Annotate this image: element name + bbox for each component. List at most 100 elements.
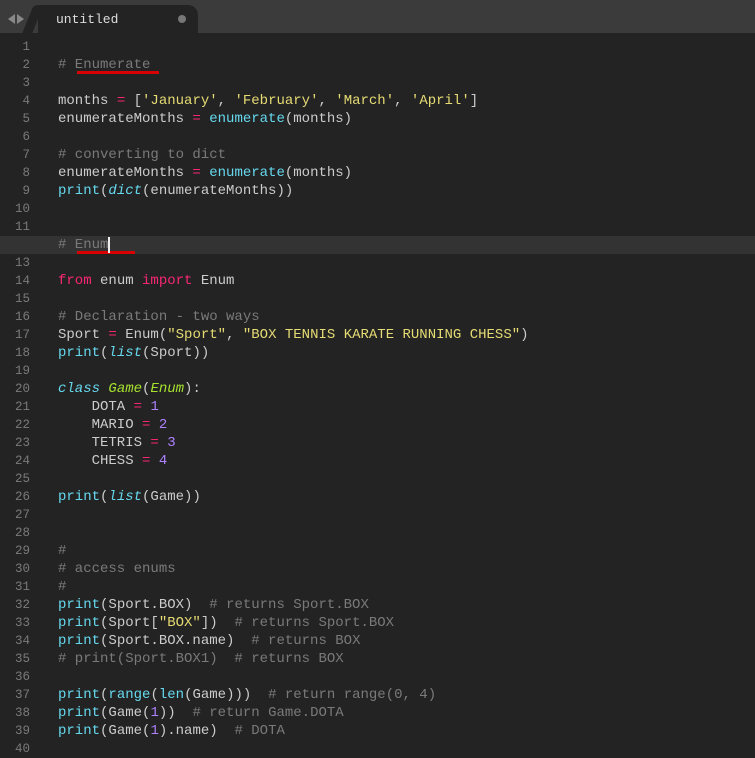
chevron-right-icon[interactable] — [17, 14, 24, 24]
text-caret — [108, 237, 110, 253]
code-token: range — [108, 687, 150, 703]
code-token: enumerate — [209, 165, 285, 181]
code-token: # returns Sport.BOX — [234, 615, 394, 631]
code-token: 3 — [167, 435, 175, 451]
code-line[interactable]: CHESS = 4 — [58, 452, 755, 470]
code-line[interactable] — [58, 740, 755, 758]
code-token: [ — [125, 93, 142, 109]
code-token: (Game))) — [184, 687, 268, 703]
code-line[interactable] — [58, 200, 755, 218]
code-line[interactable]: # converting to dict — [58, 146, 755, 164]
code-line[interactable]: # Enum — [58, 236, 755, 254]
code-token: "BOX" — [159, 615, 201, 631]
code-token: ( — [150, 687, 158, 703]
code-token: enum — [92, 273, 142, 289]
code-line[interactable]: print(Sport.BOX.name) # returns BOX — [58, 632, 755, 650]
tab-title: untitled — [56, 12, 118, 27]
code-line[interactable] — [58, 506, 755, 524]
code-token: (Game( — [100, 705, 150, 721]
line-number: 23 — [0, 434, 30, 452]
code-token: = — [192, 111, 200, 127]
line-number: 10 — [0, 200, 30, 218]
tab-bar: untitled — [0, 5, 755, 33]
line-number: 20 — [0, 380, 30, 398]
code-token — [150, 417, 158, 433]
line-number: 22 — [0, 416, 30, 434]
code-line[interactable] — [58, 524, 755, 542]
code-token: print — [58, 633, 100, 649]
code-line[interactable]: print(Game(1)) # return Game.DOTA — [58, 704, 755, 722]
code-token: = — [108, 327, 116, 343]
code-line[interactable]: from enum import Enum — [58, 272, 755, 290]
code-line[interactable]: # access enums — [58, 560, 755, 578]
code-line[interactable] — [58, 470, 755, 488]
code-token: # print(Sport.BOX1) # returns BOX — [58, 651, 344, 667]
code-line[interactable]: DOTA = 1 — [58, 398, 755, 416]
code-line[interactable]: enumerateMonths = enumerate(months) — [58, 164, 755, 182]
line-number: 8 — [0, 164, 30, 182]
code-line[interactable]: MARIO = 2 — [58, 416, 755, 434]
line-number: 11 — [0, 218, 30, 236]
code-token: list — [108, 345, 142, 361]
code-line[interactable]: Sport = Enum("Sport", "BOX TENNIS KARATE… — [58, 326, 755, 344]
tab-nav-arrows — [8, 14, 24, 24]
line-number: 18 — [0, 344, 30, 362]
code-token: (Sport.BOX.name) — [100, 633, 251, 649]
code-line[interactable]: class Game(Enum): — [58, 380, 755, 398]
code-token: # DOTA — [234, 723, 284, 739]
code-line[interactable]: print(list(Sport)) — [58, 344, 755, 362]
code-token: # Enumerate — [58, 57, 150, 73]
code-token: (enumerateMonths)) — [142, 183, 293, 199]
code-token: Enum( — [117, 327, 167, 343]
code-line[interactable]: print(range(len(Game))) # return range(0… — [58, 686, 755, 704]
code-token: print — [58, 687, 100, 703]
code-line[interactable]: print(list(Game)) — [58, 488, 755, 506]
code-line[interactable]: enumerateMonths = enumerate(months) — [58, 110, 755, 128]
code-token: import — [142, 273, 192, 289]
code-token: Sport — [58, 327, 108, 343]
chevron-left-icon[interactable] — [8, 14, 15, 24]
code-line[interactable] — [58, 218, 755, 236]
code-line[interactable]: print(Sport.BOX) # returns Sport.BOX — [58, 596, 755, 614]
editor[interactable]: 1234567891011121314151617181920212223242… — [0, 33, 755, 758]
line-number: 29 — [0, 542, 30, 560]
code-token: = — [134, 399, 142, 415]
tab-untitled[interactable]: untitled — [38, 5, 198, 33]
code-area[interactable]: # Enumerate months = ['January', 'Februar… — [42, 33, 755, 758]
code-token: print — [58, 489, 100, 505]
code-line[interactable] — [58, 362, 755, 380]
code-line[interactable]: months = ['January', 'February', 'March'… — [58, 92, 755, 110]
line-number: 7 — [0, 146, 30, 164]
code-token: Enum — [150, 381, 184, 397]
code-token: print — [58, 597, 100, 613]
code-token: print — [58, 615, 100, 631]
code-line[interactable]: print(Sport["BOX"]) # returns Sport.BOX — [58, 614, 755, 632]
code-token: , — [218, 93, 235, 109]
code-line[interactable] — [58, 38, 755, 56]
code-line[interactable]: # — [58, 542, 755, 560]
code-line[interactable]: print(Game(1).name) # DOTA — [58, 722, 755, 740]
code-line[interactable]: # — [58, 578, 755, 596]
code-line[interactable] — [58, 74, 755, 92]
code-token: 'February' — [234, 93, 318, 109]
code-token: dict — [108, 183, 142, 199]
code-token: print — [58, 345, 100, 361]
code-line[interactable] — [58, 290, 755, 308]
code-line[interactable] — [58, 128, 755, 146]
code-line[interactable]: TETRIS = 3 — [58, 434, 755, 452]
code-token: 'January' — [142, 93, 218, 109]
line-number: 9 — [0, 182, 30, 200]
code-line[interactable] — [58, 668, 755, 686]
line-number: 13 — [0, 254, 30, 272]
code-token: # returns BOX — [251, 633, 360, 649]
code-line[interactable]: # Declaration - two ways — [58, 308, 755, 326]
dirty-indicator-icon — [178, 15, 186, 23]
code-token: CHESS — [58, 453, 142, 469]
line-number: 17 — [0, 326, 30, 344]
code-line[interactable]: # Enumerate — [58, 56, 755, 74]
code-token: (Game( — [100, 723, 150, 739]
code-line[interactable]: # print(Sport.BOX1) # returns BOX — [58, 650, 755, 668]
line-number: 5 — [0, 110, 30, 128]
code-line[interactable] — [58, 254, 755, 272]
code-line[interactable]: print(dict(enumerateMonths)) — [58, 182, 755, 200]
